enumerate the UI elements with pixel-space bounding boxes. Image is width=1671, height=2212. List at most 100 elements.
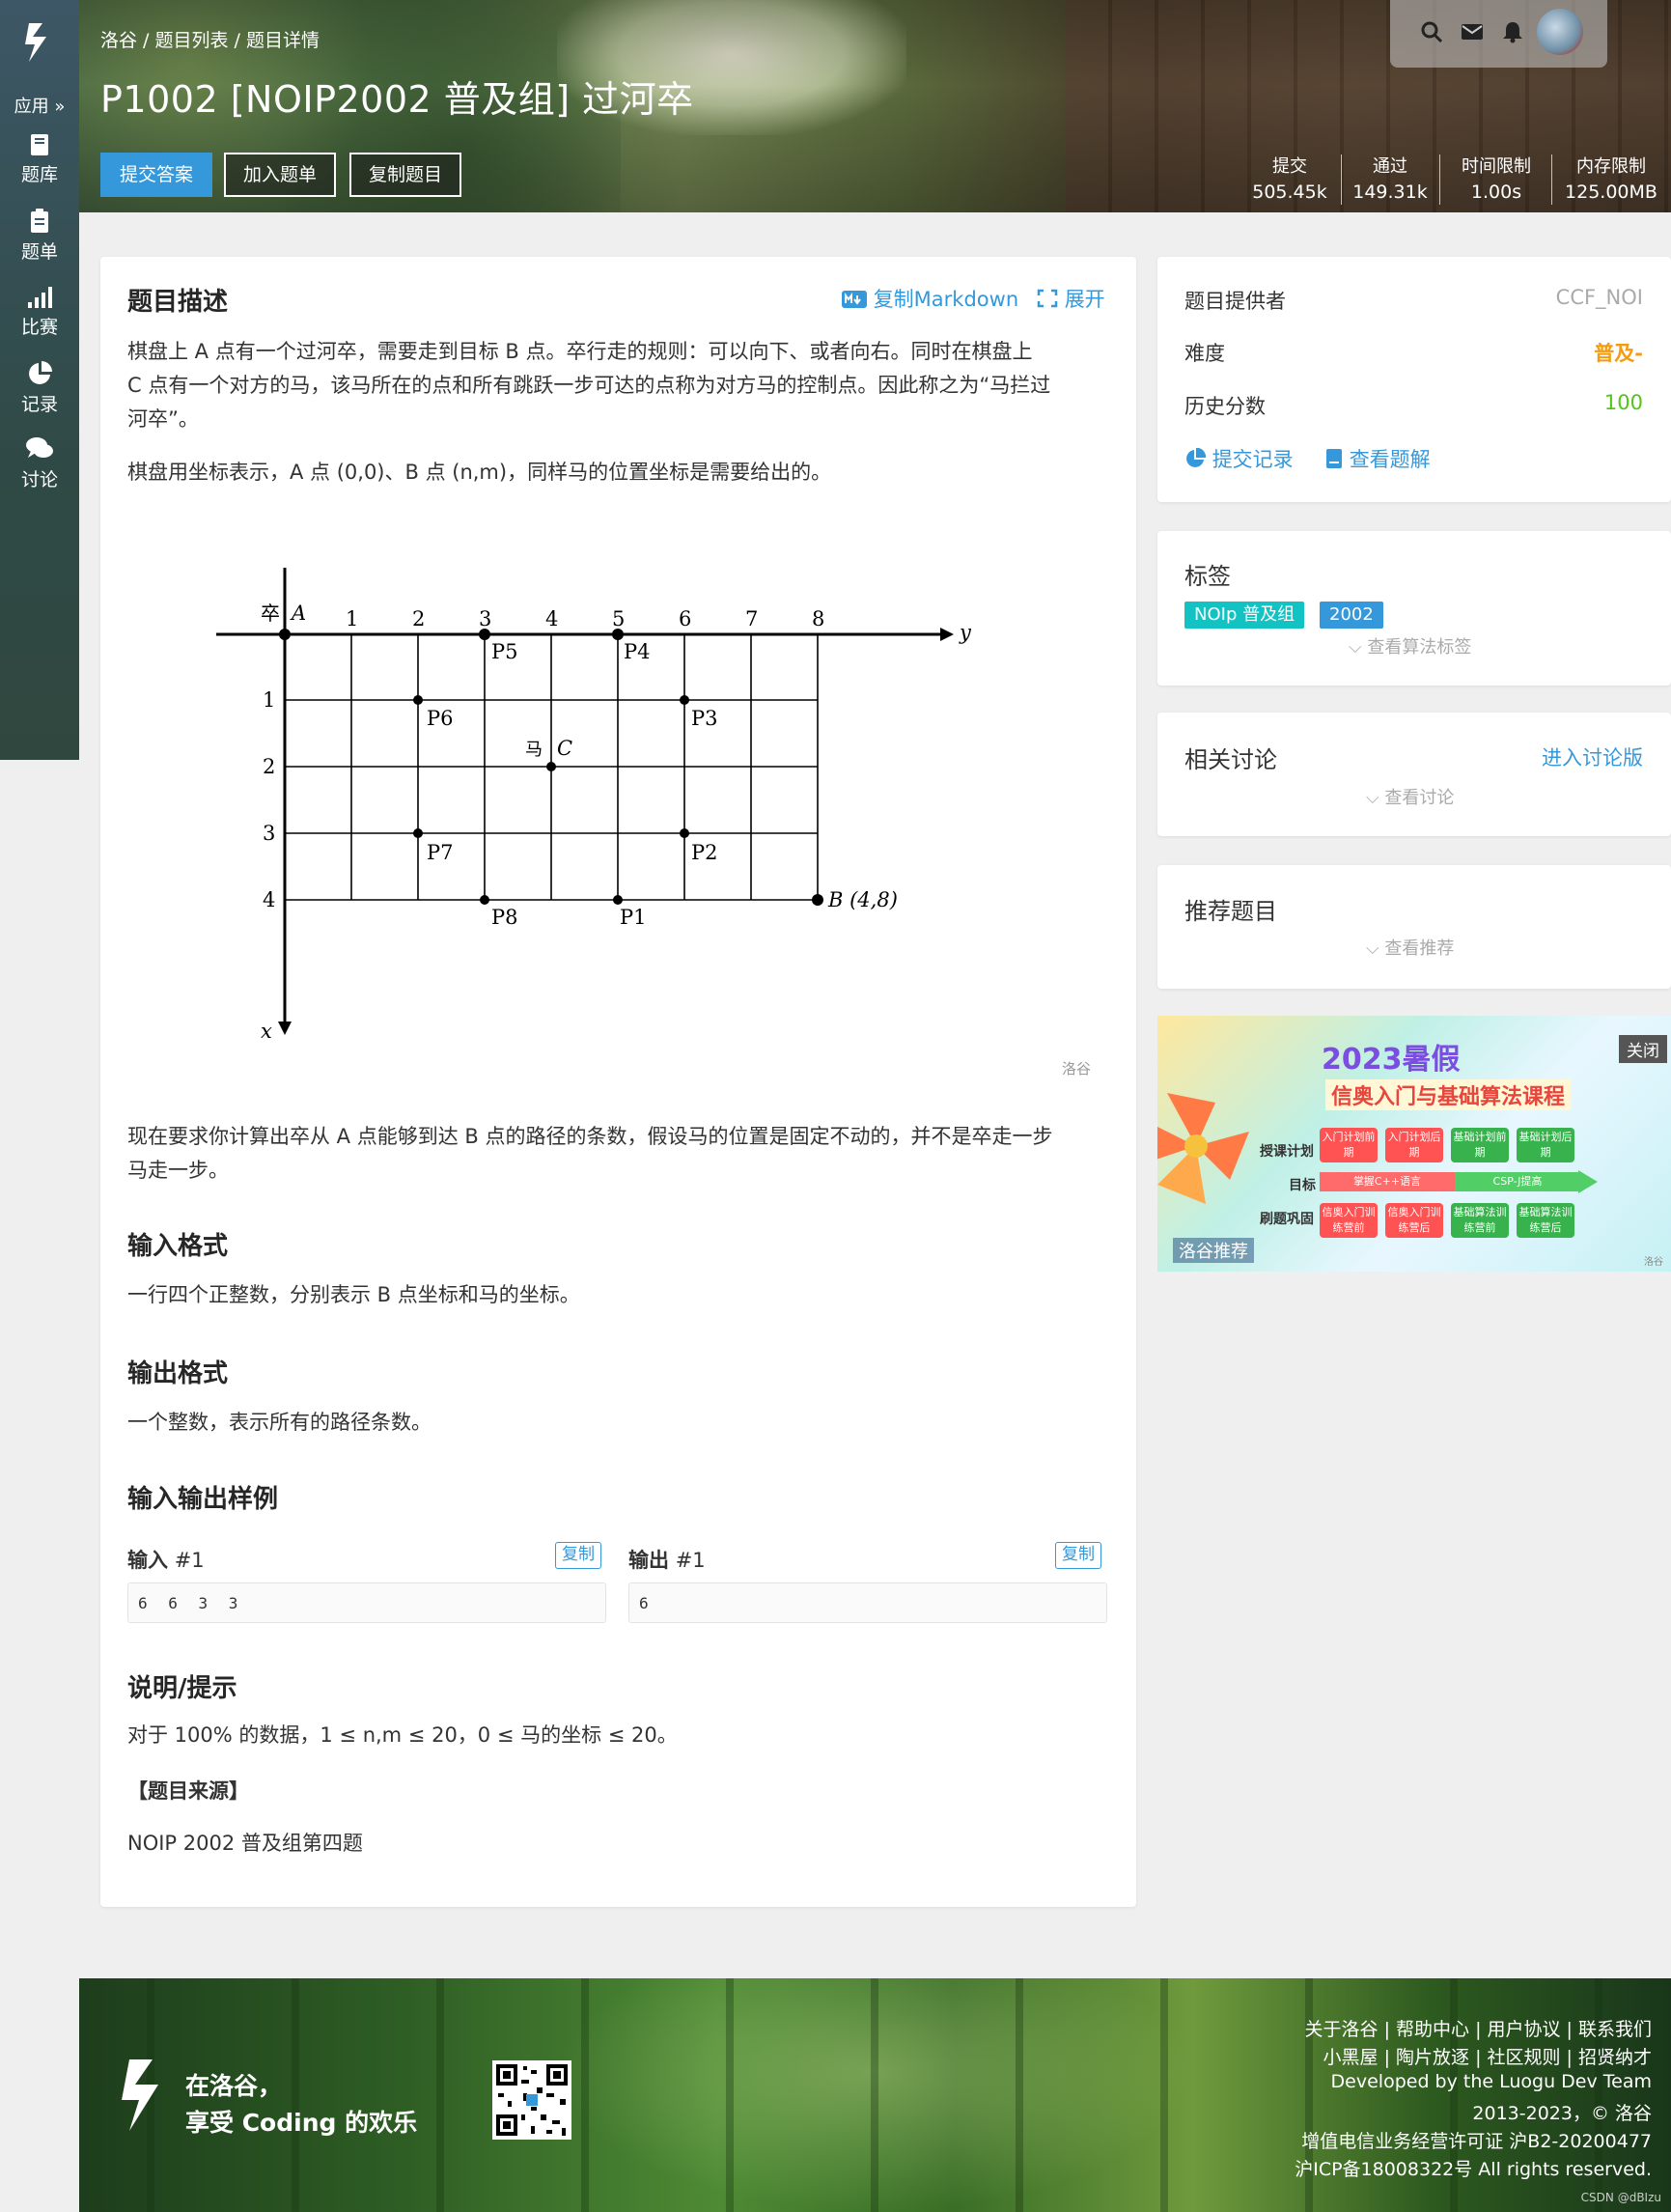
x-axis-arrow (278, 1022, 292, 1035)
copy-problem-button[interactable]: 复制题目 (349, 153, 462, 197)
stat-value: 149.31k (1352, 182, 1428, 203)
footer-copyright: 2013-2023，© 洛谷 (1472, 2103, 1652, 2124)
paragraph-line: 马走一步。 (127, 1159, 229, 1182)
sidebar-item-problem-lists[interactable]: 题单 (0, 209, 79, 264)
sidebar-item-contests[interactable]: 比赛 (0, 286, 79, 339)
copy-markdown-label: 复制Markdown (873, 288, 1019, 311)
provider-value[interactable]: CCF_NOI (1556, 286, 1643, 309)
expand-link[interactable]: 展开 (1037, 284, 1105, 313)
ad-corner-mark: 洛谷 (1644, 1257, 1663, 1268)
score-label: 历史分数 (1184, 395, 1266, 418)
sample-output-box[interactable]: 6 (628, 1582, 1107, 1623)
point-p8-label: P8 (491, 906, 518, 929)
sample-input-box[interactable]: 6 6 3 3 (127, 1582, 606, 1623)
sidebar-item-records[interactable]: 记录 (0, 361, 79, 416)
search-icon[interactable] (1419, 19, 1444, 44)
sample-output-label: 输出 #1 (628, 1545, 706, 1574)
ad-review-item: 信奥入门训练营前 (1320, 1203, 1378, 1238)
ad-badge: 洛谷推荐 (1173, 1238, 1254, 1263)
submission-records-link[interactable]: 提交记录 (1184, 444, 1294, 473)
clipboard-icon (31, 209, 48, 233)
pinwheel-icon (1157, 1093, 1249, 1204)
breadcrumb: 洛谷 / 题目列表 / 题目详情 (100, 26, 320, 52)
ad-plan-item: 入门计划前期 (1320, 1128, 1378, 1162)
ad-review-item: 信奥入门训练营后 (1385, 1203, 1443, 1238)
apps-menu-toggle[interactable]: 应用 » (0, 93, 79, 118)
ad-title: 2023暑假 (1322, 1043, 1461, 1077)
point-p6 (413, 695, 423, 705)
source-text: NOIP 2002 普及组第四题 (127, 1832, 363, 1855)
footer-slogan-line2: 享受 Coding 的欢乐 (185, 2109, 418, 2137)
discussion-title: 相关讨论 (1184, 746, 1277, 773)
ad-plan-item: 基础计划后期 (1517, 1128, 1574, 1162)
breadcrumb-problem-list[interactable]: 题目列表 (155, 30, 229, 51)
enter-forum-link[interactable]: 进入讨论版 (1542, 742, 1643, 771)
csdn-watermark: CSDN @dBIzu (1580, 2191, 1661, 2204)
section-title-output: 输出格式 (127, 1359, 229, 1388)
stat-divider (1551, 154, 1552, 205)
qr-code-icon (492, 2060, 571, 2140)
point-b-label: B (4,8) (827, 888, 898, 911)
mail-icon[interactable] (1460, 19, 1485, 44)
row-label: 4 (263, 888, 275, 911)
ad-close-button[interactable]: 关闭 (1619, 1035, 1667, 1063)
view-solutions-link[interactable]: 查看题解 (1325, 444, 1431, 473)
submit-answer-button[interactable]: 提交答案 (100, 153, 213, 197)
col-label: 1 (346, 607, 358, 630)
pie-chart-icon (29, 361, 52, 384)
col-label: 3 (479, 607, 491, 630)
add-to-list-button[interactable]: 加入题单 (224, 153, 337, 197)
col-label: 7 (745, 607, 758, 630)
sidebar-item-problems[interactable]: 题库 (0, 133, 79, 186)
page-title: P1002 [NOIP2002 普及组] 过河卒 (100, 78, 694, 121)
sample-input-label: 输入 #1 (127, 1545, 205, 1574)
book-icon (31, 134, 48, 155)
sample-index: #1 (174, 1549, 205, 1572)
col-label: 8 (812, 607, 824, 630)
breadcrumb-home[interactable]: 洛谷 (100, 30, 137, 51)
recommend-card (1157, 865, 1671, 989)
stat-value: 505.45k (1252, 182, 1327, 203)
image-watermark: 洛谷 (1062, 1060, 1091, 1078)
expand-label: 展开 (1064, 288, 1105, 311)
point-p8 (480, 895, 489, 905)
col-label: 4 (545, 607, 558, 630)
copy-sample-output-button[interactable]: 复制 (1055, 1542, 1101, 1569)
tag-noip-junior[interactable]: NOIp 普及组 (1184, 602, 1305, 629)
row-label: 2 (263, 755, 275, 778)
bell-icon[interactable] (1500, 19, 1525, 44)
ad-plan-label: 授课计划 (1260, 1144, 1314, 1160)
course-ad-banner[interactable]: 2023暑假 信奥入门与基础算法课程 关闭 授课计划 目标 刷题巩固 入门计划前… (1157, 1016, 1671, 1272)
sidebar-item-discuss[interactable]: 讨论 (0, 436, 79, 491)
point-a (279, 629, 291, 640)
point-p4 (612, 629, 624, 640)
point-p6-label: P6 (427, 707, 454, 730)
footer-links-row1[interactable]: 关于洛谷 | 帮助中心 | 用户协议 | 联系我们 (1305, 2015, 1652, 2041)
show-discussions-toggle[interactable]: ⌵ 查看讨论 (1366, 784, 1454, 809)
show-recommendations-toggle[interactable]: ⌵ 查看推荐 (1366, 935, 1454, 960)
sample-input-title: 输入 (127, 1549, 168, 1572)
copy-markdown-link[interactable]: 复制Markdown (842, 284, 1018, 313)
avatar[interactable] (1537, 9, 1583, 55)
point-p7-label: P7 (427, 841, 454, 864)
output-format-text: 一个整数，表示所有的路径条数。 (127, 1411, 432, 1434)
tags-title: 标签 (1184, 563, 1231, 590)
source-title: 【题目来源】 (127, 1779, 249, 1803)
point-c-label: C (557, 737, 572, 760)
tag-year[interactable]: 2002 (1320, 602, 1383, 629)
breadcrumb-sep: / (137, 30, 155, 51)
stat-label: 内存限制 (1576, 156, 1646, 177)
board-diagram: 1 2 3 4 5 6 7 8 1 2 3 4 卒 A y x 马 C B (4… (216, 568, 1091, 1078)
row-label: 1 (263, 688, 275, 712)
problem-content-card (100, 257, 1136, 1907)
show-algorithm-tags-toggle[interactable]: ⌵ 查看算法标签 (1349, 633, 1471, 658)
sample-output-title: 输出 (628, 1549, 669, 1572)
sidebar-item-label: 题库 (20, 164, 58, 185)
stat-submissions: 提交 505.45k (1251, 153, 1328, 207)
footer-links-row2[interactable]: 小黑屋 | 陶片放逐 | 社区规则 | 招贤纳才 (1323, 2043, 1652, 2069)
book-icon (1326, 449, 1342, 468)
copy-sample-input-button[interactable]: 复制 (555, 1542, 601, 1569)
page-footer: 在洛谷， 享受 Coding 的欢乐 关于洛谷 | 帮助中心 | 用户协议 | … (79, 1978, 1671, 2212)
y-axis-label: y (959, 621, 972, 644)
luogu-logo-icon[interactable] (21, 19, 58, 66)
